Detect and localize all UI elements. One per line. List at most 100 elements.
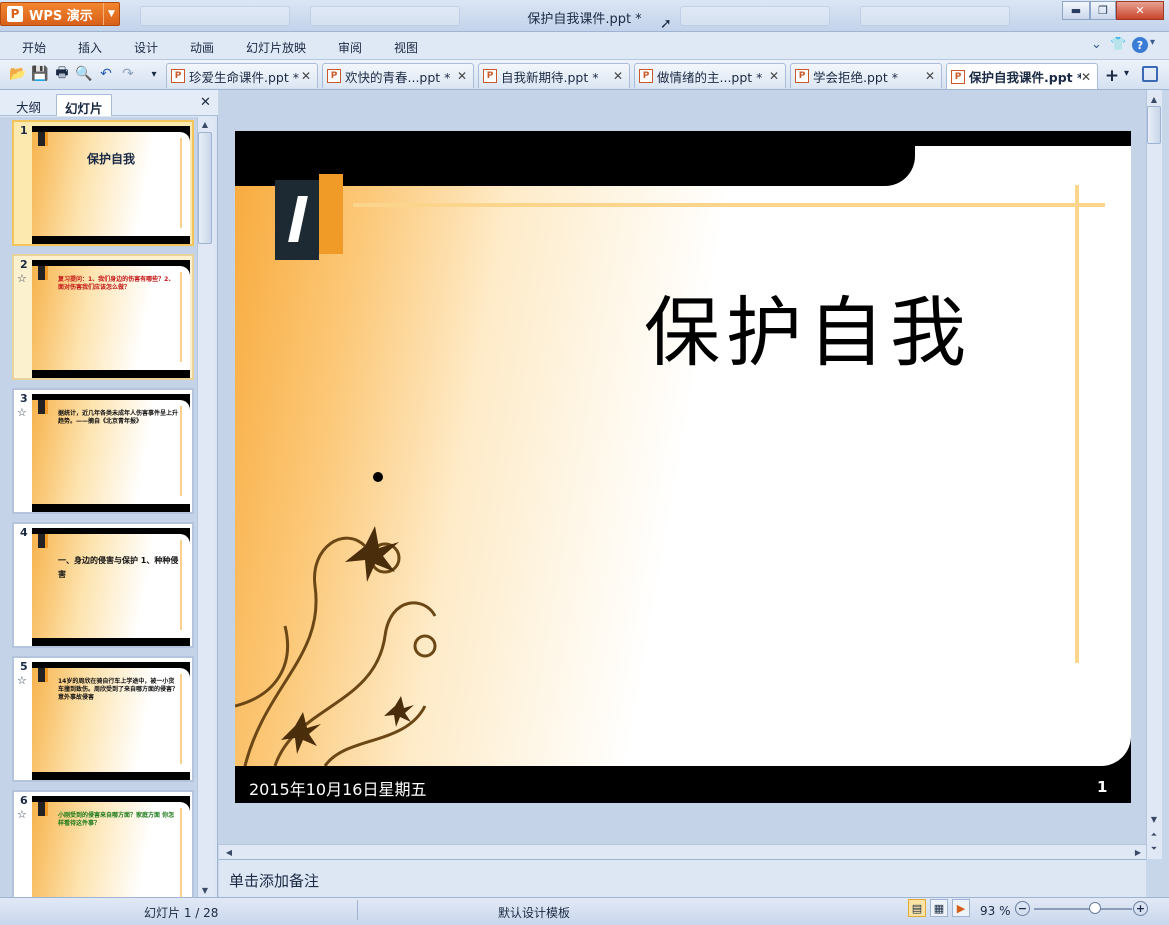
previous-slide-icon[interactable]: ⏶ xyxy=(1146,828,1162,842)
slide-thumbnail-1[interactable]: 保护自我 xyxy=(12,120,194,246)
zoom-level: 93 % xyxy=(980,904,1011,918)
slide-sorter-icon[interactable]: ▦ xyxy=(930,899,948,917)
doc-tab-3[interactable]: P 自我新期待.ppt * ✕ xyxy=(478,63,630,88)
thumbnail-preview: 一、身边的侵害与保护 1、种种侵害 xyxy=(32,528,190,646)
ppt-file-icon: P xyxy=(327,69,341,83)
slide-background xyxy=(235,146,1131,766)
close-tab-icon[interactable]: ✕ xyxy=(457,69,467,83)
menu-slideshow[interactable]: 幻灯片放映 xyxy=(246,39,306,56)
slide-logo-icon xyxy=(275,174,343,260)
slide-bullet[interactable] xyxy=(373,472,383,482)
logo-icon xyxy=(38,266,48,280)
scroll-right-icon[interactable]: ▶ xyxy=(1130,845,1146,859)
slide-thumbnail-6[interactable]: 小刚受到的侵害来自哪方面？家庭方面 你怎样看待这件事？ xyxy=(12,790,194,898)
menu-animation[interactable]: 动画 xyxy=(190,39,214,56)
logo-icon xyxy=(38,400,48,414)
ppt-file-icon: P xyxy=(483,69,497,83)
slide-thumbnail-5[interactable]: 14岁的周欣在骑自行车上学途中，被一小货车撞到致伤。周欣受到了来自哪方面的侵害？… xyxy=(12,656,194,782)
logo-icon xyxy=(38,534,48,548)
new-tab-icon[interactable]: + xyxy=(1102,66,1122,86)
slide-number: 6 xyxy=(20,794,28,807)
slide-footer-date: 2015年10月16日星期五 xyxy=(249,780,427,799)
doc-tab-4[interactable]: P 做情绪的主...ppt * ✕ xyxy=(634,63,786,88)
thumbnail-list: 保护自我 1 复习提问：1、我们身边的伤害有哪些？2、面对伤害我们应该怎么做？ … xyxy=(0,117,197,898)
doc-tab-6[interactable]: P 保护自我课件.ppt * ✕ xyxy=(946,63,1098,89)
menu-view[interactable]: 视图 xyxy=(394,39,418,56)
close-panel-icon[interactable]: ✕ xyxy=(200,95,211,110)
scrollbar-thumb[interactable] xyxy=(198,132,212,244)
print-icon[interactable]: 🖶 xyxy=(54,65,70,82)
ppt-file-icon: P xyxy=(639,69,653,83)
toolbar-dropdown-icon[interactable]: ▾ xyxy=(146,66,162,82)
slide-number: 5 xyxy=(20,660,28,673)
window-layout-icon[interactable] xyxy=(1142,66,1158,82)
zoom-slider[interactable] xyxy=(1034,908,1132,910)
zoom-out-icon[interactable]: − xyxy=(1015,901,1030,916)
normal-view-icon[interactable]: ▤ xyxy=(908,899,926,917)
skin-icon[interactable]: 👕 xyxy=(1110,37,1126,52)
scroll-left-icon[interactable]: ◀ xyxy=(221,845,237,859)
animation-star-icon: ☆ xyxy=(17,272,27,285)
zoom-slider-handle[interactable] xyxy=(1088,902,1101,914)
slide-footer-page: 1 xyxy=(1097,778,1108,796)
slide-title[interactable]: 保护自我 xyxy=(235,271,1131,381)
close-tab-icon[interactable]: ✕ xyxy=(301,69,311,83)
ppt-file-icon: P xyxy=(171,69,185,83)
slide-thumbnail-3[interactable]: 据统计，近几年各类未成年人伤害事件呈上升趋势。——摘自《北京青年报》 xyxy=(12,388,194,514)
notes-pane[interactable]: 单击添加备注 xyxy=(219,859,1146,897)
menu-design[interactable]: 设计 xyxy=(134,39,158,56)
undo-icon[interactable]: ↶ xyxy=(98,66,114,82)
maximize-button[interactable]: ❐ xyxy=(1090,1,1116,20)
scroll-down-icon[interactable]: ▼ xyxy=(197,883,213,897)
logo-icon xyxy=(38,668,48,682)
thumbnail-preview: 复习提问：1、我们身边的伤害有哪些？2、面对伤害我们应该怎么做？ xyxy=(32,260,190,378)
template-name[interactable]: 默认设计模板 xyxy=(498,904,570,921)
menu-bar xyxy=(0,32,1169,60)
thumbnail-preview: 据统计，近几年各类未成年人伤害事件呈上升趋势。——摘自《北京青年报》 xyxy=(32,394,190,512)
ppt-file-icon: P xyxy=(795,69,809,83)
slideshow-icon[interactable]: ▶ xyxy=(952,899,970,917)
scroll-up-icon[interactable]: ▲ xyxy=(197,117,213,131)
close-button[interactable]: ✕ xyxy=(1116,1,1164,20)
preview-icon[interactable]: 🔍 xyxy=(75,66,92,82)
logo-icon xyxy=(38,802,48,816)
tab-slides[interactable]: 幻灯片 xyxy=(56,94,112,116)
slide-canvas[interactable]: 保护自我 2015年10月16日星期五 1 xyxy=(235,131,1131,803)
chevron-down-icon[interactable]: ▾ xyxy=(1124,68,1129,79)
scroll-down-icon[interactable]: ▼ xyxy=(1146,812,1162,826)
menu-review[interactable]: 审阅 xyxy=(338,39,362,56)
ppt-file-icon: P xyxy=(951,69,965,84)
doc-tab-1[interactable]: P 珍爱生命课件.ppt * ✕ xyxy=(166,63,318,88)
close-tab-icon[interactable]: ✕ xyxy=(1081,70,1091,84)
scrollbar-thumb[interactable] xyxy=(1147,106,1161,144)
slide-counter: 幻灯片 1 / 28 xyxy=(144,906,219,920)
doc-tab-5[interactable]: P 学会拒绝.ppt * ✕ xyxy=(790,63,942,88)
notes-placeholder: 单击添加备注 xyxy=(229,872,320,890)
doc-tab-2[interactable]: P 欢快的青春...ppt * ✕ xyxy=(322,63,474,88)
tab-outline[interactable]: 大纲 xyxy=(8,94,49,116)
thumbnail-preview: 保护自我 xyxy=(32,126,190,244)
open-icon[interactable]: 📂 xyxy=(9,66,26,82)
close-tab-icon[interactable]: ✕ xyxy=(613,69,623,83)
thumbnail-preview: 14岁的周欣在骑自行车上学途中，被一小货车撞到致伤。周欣受到了来自哪方面的侵害？… xyxy=(32,662,190,780)
animation-star-icon: ☆ xyxy=(17,674,27,687)
next-slide-icon[interactable]: ⏷ xyxy=(1146,842,1162,856)
editor-vertical-scrollbar[interactable] xyxy=(1146,90,1162,859)
menu-insert[interactable]: 插入 xyxy=(78,39,102,56)
chevron-down-icon[interactable]: ⌄ xyxy=(1091,37,1102,52)
menu-home[interactable]: 开始 xyxy=(22,39,46,56)
help-icon[interactable]: ? xyxy=(1132,37,1148,53)
slide-thumbnail-4[interactable]: 一、身边的侵害与保护 1、种种侵害 xyxy=(12,522,194,648)
editor-horizontal-scrollbar[interactable] xyxy=(219,844,1146,859)
slide-thumbnail-2[interactable]: 复习提问：1、我们身边的伤害有哪些？2、面对伤害我们应该怎么做？ xyxy=(12,254,194,380)
save-icon[interactable]: 💾 xyxy=(31,66,48,82)
chevron-down-icon[interactable]: ▾ xyxy=(1150,37,1155,48)
minimize-button[interactable]: ▬ xyxy=(1062,1,1090,20)
close-tab-icon[interactable]: ✕ xyxy=(925,69,935,83)
zoom-in-icon[interactable]: + xyxy=(1133,901,1148,916)
slide-number: 2 xyxy=(20,258,28,271)
close-tab-icon[interactable]: ✕ xyxy=(769,69,779,83)
redo-icon[interactable]: ↷ xyxy=(120,66,136,82)
scroll-up-icon[interactable]: ▲ xyxy=(1146,92,1162,106)
slide-number: 4 xyxy=(20,526,28,539)
